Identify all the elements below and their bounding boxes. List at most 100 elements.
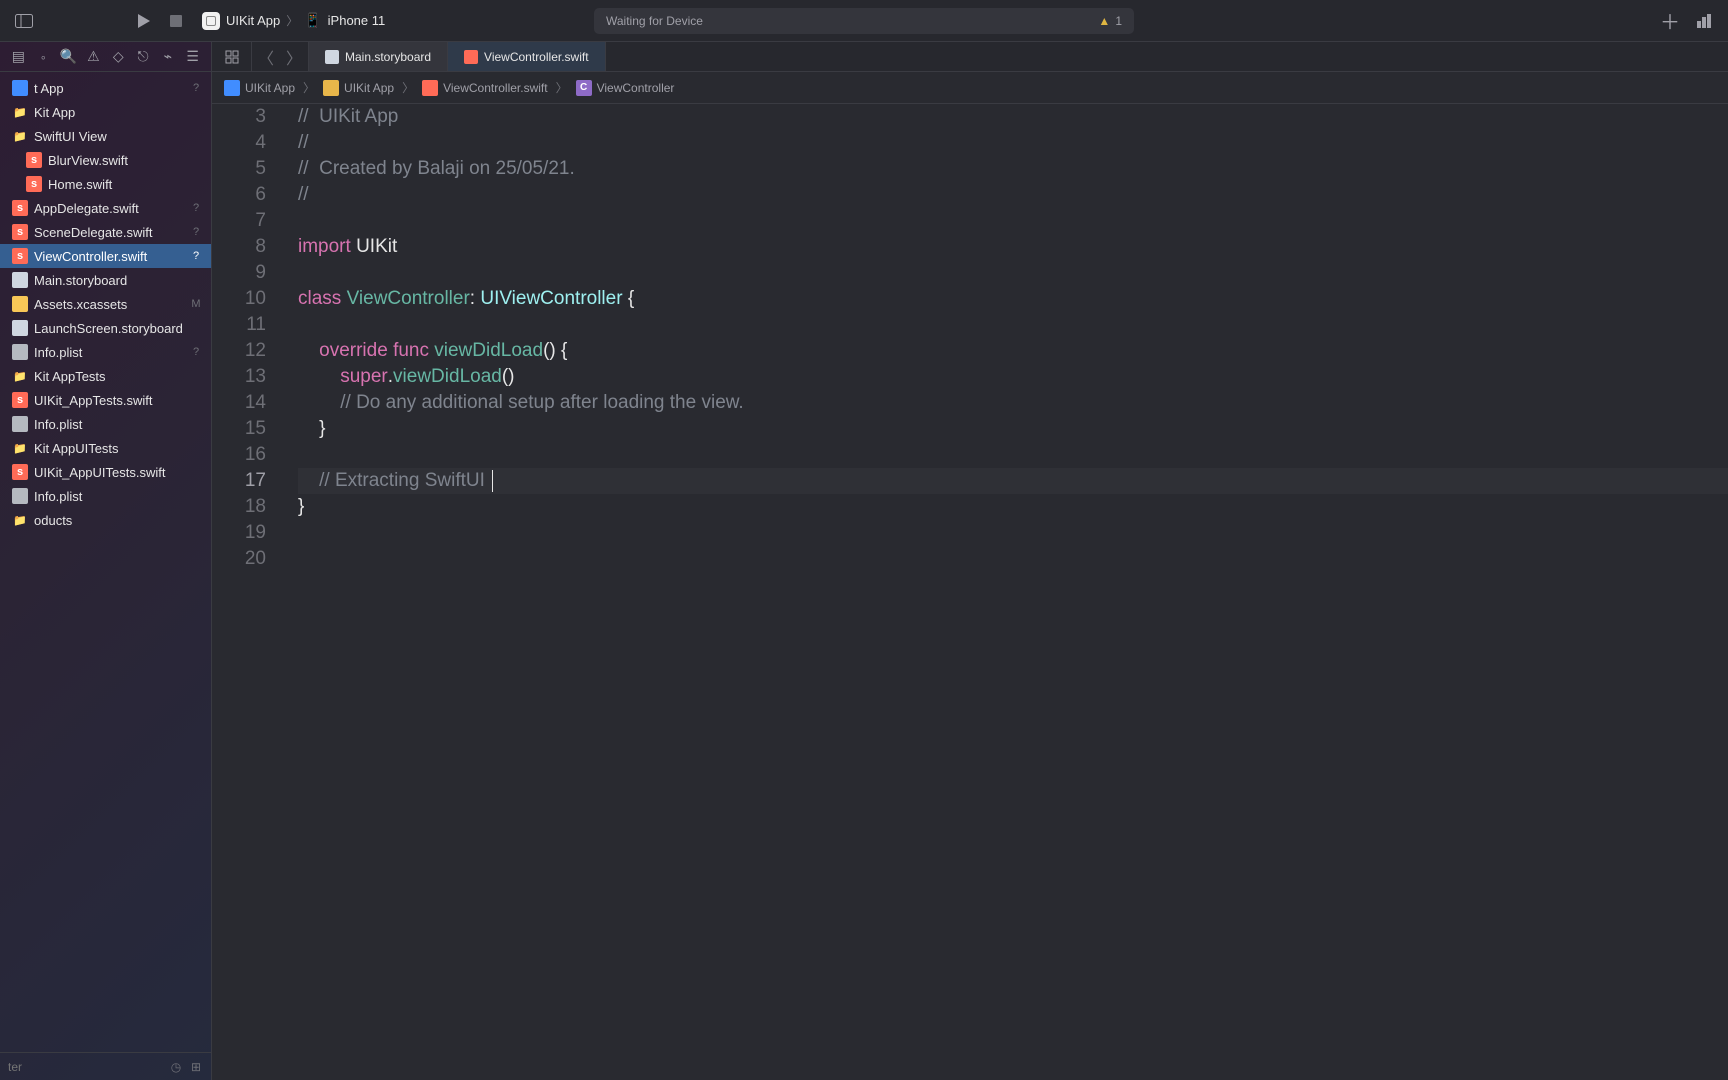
test-navigator-icon[interactable]: ◇ [110, 46, 127, 68]
crumb-2[interactable]: ViewController.swift [422, 80, 547, 96]
file-row-7[interactable]: sViewController.swift? [0, 244, 211, 268]
file-row-18[interactable]: 📁oducts [0, 508, 211, 532]
code-line-12[interactable]: override func viewDidLoad() { [298, 338, 1728, 364]
line-number: 15 [212, 416, 266, 442]
swift-icon [464, 50, 478, 64]
line-number: 11 [212, 312, 266, 338]
code-area[interactable]: // UIKit App//// Created by Balaji on 25… [280, 104, 1728, 1080]
code-line-9[interactable] [298, 260, 1728, 286]
file-tree[interactable]: t App?📁Kit App📁SwiftUI ViewsBlurView.swi… [0, 72, 211, 1052]
assets-icon [12, 296, 28, 312]
source-control-icon[interactable]: ◦ [35, 46, 52, 68]
filter-input[interactable] [8, 1060, 163, 1074]
code-line-6[interactable]: // [298, 182, 1728, 208]
file-row-13[interactable]: sUIKit_AppTests.swift [0, 388, 211, 412]
code-editor[interactable]: 34567891011121314151617181920 // UIKit A… [212, 104, 1728, 1080]
tab-main-storyboard[interactable]: Main.storyboard [309, 42, 448, 71]
file-label: Main.storyboard [34, 273, 183, 288]
related-items-icon[interactable] [212, 42, 252, 71]
file-label: Info.plist [34, 489, 183, 504]
code-line-16[interactable] [298, 442, 1728, 468]
warnings-button[interactable]: ▲ 1 [1098, 14, 1122, 28]
file-row-8[interactable]: Main.storyboard [0, 268, 211, 292]
breadcrumb-separator: 〉 [398, 79, 418, 96]
code-line-20[interactable] [298, 546, 1728, 572]
file-row-10[interactable]: LaunchScreen.storyboard [0, 316, 211, 340]
breadcrumb[interactable]: UIKit App〉UIKit App〉ViewController.swift… [212, 72, 1728, 104]
file-row-3[interactable]: sBlurView.swift [0, 148, 211, 172]
sidebar-footer: ◷ ⊞ [0, 1052, 211, 1080]
library-button[interactable] [1690, 7, 1718, 35]
issue-navigator-icon[interactable]: ⚠ [85, 46, 102, 68]
file-label: BlurView.swift [48, 153, 183, 168]
file-label: SwiftUI View [34, 129, 183, 144]
crumb-0[interactable]: UIKit App [224, 80, 295, 96]
status-bar[interactable]: Waiting for Device ▲ 1 [594, 8, 1134, 34]
find-navigator-icon[interactable]: 🔍 [60, 46, 77, 68]
scheme-selector[interactable]: UIKit App 〉 📱 iPhone 11 [202, 12, 385, 30]
crumb-3[interactable]: CViewController [576, 80, 675, 96]
story-icon [12, 320, 28, 336]
breakpoint-navigator-icon[interactable]: ⌁ [159, 46, 176, 68]
crumb-label: UIKit App [245, 81, 295, 95]
file-label: AppDelegate.swift [34, 201, 183, 216]
file-row-11[interactable]: Info.plist? [0, 340, 211, 364]
debug-navigator-icon[interactable]: ⎋ [135, 46, 152, 68]
status-text: Waiting for Device [606, 14, 703, 28]
code-line-10[interactable]: class ViewController: UIViewController { [298, 286, 1728, 312]
warning-count: 1 [1115, 14, 1122, 28]
file-row-17[interactable]: Info.plist [0, 484, 211, 508]
file-row-5[interactable]: sAppDelegate.swift? [0, 196, 211, 220]
tab-label: Main.storyboard [345, 50, 431, 64]
project-navigator-icon[interactable]: ▤ [10, 46, 27, 68]
code-line-17[interactable]: // Extracting SwiftUI [298, 468, 1728, 494]
nav-back-button[interactable]: 〈 [252, 45, 280, 69]
add-editor-button[interactable]: ＋ [1656, 7, 1684, 35]
code-line-3[interactable]: // UIKit App [298, 104, 1728, 130]
swift-icon: s [12, 464, 28, 480]
file-label: Info.plist [34, 345, 183, 360]
file-row-0[interactable]: t App? [0, 76, 211, 100]
run-button[interactable] [130, 7, 158, 35]
tab-viewcontroller-swift[interactable]: ViewController.swift [448, 42, 605, 71]
scm-status: ? [189, 346, 203, 358]
scm-filter-icon[interactable]: ⊞ [189, 1060, 203, 1074]
sidebar-toggle-icon[interactable] [10, 7, 38, 35]
file-row-14[interactable]: Info.plist [0, 412, 211, 436]
line-number: 16 [212, 442, 266, 468]
file-row-12[interactable]: 📁Kit AppTests [0, 364, 211, 388]
code-line-13[interactable]: super.viewDidLoad() [298, 364, 1728, 390]
report-navigator-icon[interactable]: ☰ [184, 46, 201, 68]
code-line-15[interactable]: } [298, 416, 1728, 442]
scm-status: ? [189, 250, 203, 262]
crumb-1[interactable]: UIKit App [323, 80, 394, 96]
swift-icon: s [12, 392, 28, 408]
crumb-label: ViewController [597, 81, 675, 95]
proj-icon [224, 80, 240, 96]
file-row-6[interactable]: sSceneDelegate.swift? [0, 220, 211, 244]
line-number: 10 [212, 286, 266, 312]
file-row-9[interactable]: Assets.xcassetsM [0, 292, 211, 316]
plist-icon [12, 488, 28, 504]
code-line-14[interactable]: // Do any additional setup after loading… [298, 390, 1728, 416]
file-row-16[interactable]: sUIKit_AppUITests.swift [0, 460, 211, 484]
file-row-15[interactable]: 📁Kit AppUITests [0, 436, 211, 460]
file-label: ViewController.swift [34, 249, 183, 264]
code-line-5[interactable]: // Created by Balaji on 25/05/21. [298, 156, 1728, 182]
code-line-8[interactable]: import UIKit [298, 234, 1728, 260]
code-line-4[interactable]: // [298, 130, 1728, 156]
app-icon [202, 12, 220, 30]
file-row-2[interactable]: 📁SwiftUI View [0, 124, 211, 148]
folder-icon: 📁 [12, 440, 28, 456]
line-number: 13 [212, 364, 266, 390]
code-line-7[interactable] [298, 208, 1728, 234]
file-row-1[interactable]: 📁Kit App [0, 100, 211, 124]
stop-button[interactable] [162, 7, 190, 35]
nav-forward-button[interactable]: 〉 [280, 45, 308, 69]
recent-filter-icon[interactable]: ◷ [169, 1060, 183, 1074]
code-line-11[interactable] [298, 312, 1728, 338]
file-row-4[interactable]: sHome.swift [0, 172, 211, 196]
code-line-19[interactable] [298, 520, 1728, 546]
line-number: 5 [212, 156, 266, 182]
code-line-18[interactable]: } [298, 494, 1728, 520]
